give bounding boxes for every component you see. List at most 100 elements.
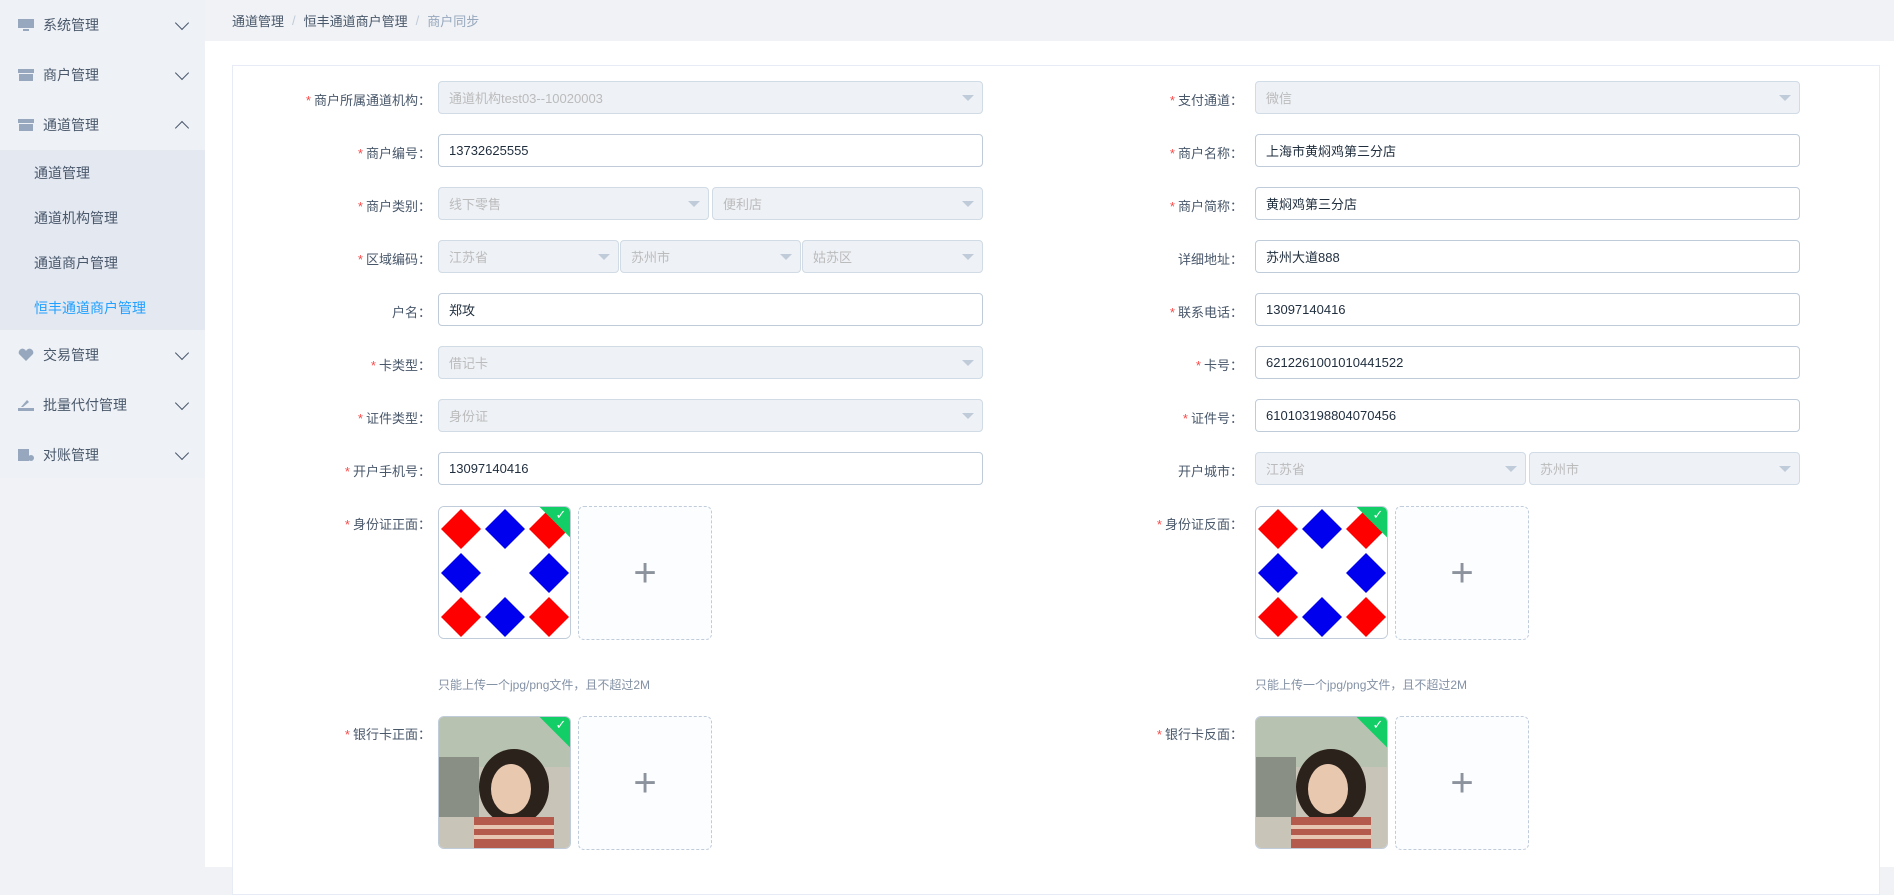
region-city-value: 苏州市	[631, 250, 671, 265]
card-type-label: * 卡类型：	[370, 358, 431, 373]
chevron-down-icon	[174, 65, 190, 81]
sidebar-item-label: 通道管理	[43, 117, 99, 133]
category-value-2: 便利店	[723, 197, 763, 212]
upload-tip: 只能上传一个jpg/png文件，且不超过2M	[438, 678, 651, 692]
caret-down-icon	[962, 254, 974, 260]
region-province-select[interactable]: 江苏省	[438, 240, 619, 273]
merchant-name-input[interactable]: 上海市黄焖鸡第三分店	[1255, 134, 1800, 167]
caret-down-icon	[688, 201, 700, 207]
account-name-input[interactable]: 郑攻	[438, 293, 983, 326]
open-province-select[interactable]: 江苏省	[1255, 452, 1526, 485]
address-label: 详细地址：	[1177, 252, 1243, 267]
card-type-select[interactable]: 借记卡	[438, 346, 983, 379]
breadcrumb-separator: /	[292, 13, 296, 28]
mobile-input[interactable]: 13097140416	[438, 452, 983, 485]
category-label: * 商户类别：	[357, 199, 431, 214]
subitem-label: 恒丰通道商户管理	[34, 299, 146, 316]
open-city-select[interactable]: 苏州市	[1529, 452, 1800, 485]
region-city-select[interactable]: 苏州市	[620, 240, 801, 273]
caret-down-icon	[598, 254, 610, 260]
sidebar-subitem-hengfeng-merchant[interactable]: 恒丰通道商户管理	[0, 285, 205, 330]
breadcrumb: 通道管理 / 恒丰通道商户管理 / 商户同步	[205, 0, 1894, 41]
monitor-icon	[18, 19, 34, 31]
chevron-down-icon	[174, 395, 190, 411]
chevron-up-icon	[174, 120, 190, 136]
address-value: 苏州大道888	[1266, 250, 1340, 265]
plus-icon: +	[1450, 761, 1474, 805]
plus-icon: +	[633, 551, 657, 595]
merchant-no-label: * 商户编号：	[357, 146, 431, 161]
merchant-name-value: 上海市黄焖鸡第三分店	[1266, 144, 1397, 159]
id-back-thumbnail[interactable]: ✓	[1255, 506, 1388, 639]
address-input[interactable]: 苏州大道888	[1255, 240, 1800, 273]
short-name-label: * 商户简称：	[1169, 199, 1243, 214]
subitem-label: 通道机构管理	[34, 209, 118, 226]
check-icon: ✓	[1372, 507, 1384, 522]
category-select-2[interactable]: 便利店	[712, 187, 983, 220]
portrait-photo-image	[1256, 717, 1387, 848]
card-no-input[interactable]: 6212261001010441522	[1255, 346, 1800, 379]
bank-back-upload-button[interactable]: +	[1395, 716, 1529, 850]
check-icon: ✓	[1372, 717, 1384, 732]
id-no-input[interactable]: 610103198804070456	[1255, 399, 1800, 432]
id-type-select[interactable]: 身份证	[438, 399, 983, 432]
region-label: * 区域编码：	[357, 252, 431, 267]
phone-input[interactable]: 13097140416	[1255, 293, 1800, 326]
sidebar-item-label: 对账管理	[43, 447, 99, 463]
caret-down-icon	[962, 360, 974, 366]
id-back-upload-button[interactable]: +	[1395, 506, 1529, 640]
category-value-1: 线下零售	[449, 197, 502, 212]
plus-icon: +	[633, 761, 657, 805]
sidebar-item-batch-pay[interactable]: 批量代付管理	[0, 380, 205, 430]
bank-front-upload-button[interactable]: +	[578, 716, 712, 850]
id-back-label: * 身份证反面：	[1156, 517, 1243, 532]
caret-down-icon	[1505, 466, 1517, 472]
sidebar-item-channel[interactable]: 通道管理	[0, 100, 205, 150]
short-name-input[interactable]: 黄焖鸡第三分店	[1255, 187, 1800, 220]
channel-select[interactable]: 微信	[1255, 81, 1800, 114]
sidebar-item-label: 系统管理	[43, 17, 99, 33]
breadcrumb-current: 商户同步	[427, 14, 480, 29]
sidebar-item-transaction[interactable]: 交易管理	[0, 330, 205, 380]
diamond-pattern-image	[439, 507, 570, 638]
subitem-label: 通道管理	[34, 164, 90, 181]
bank-front-thumbnail[interactable]: ✓	[438, 716, 571, 849]
sidebar-item-merchant[interactable]: 商户管理	[0, 50, 205, 100]
upload-tip: 只能上传一个jpg/png文件，且不超过2M	[1255, 678, 1468, 692]
merchant-no-input[interactable]: 13732625555	[438, 134, 983, 167]
id-front-thumbnail[interactable]: ✓	[438, 506, 571, 639]
bank-back-thumbnail[interactable]: ✓	[1255, 716, 1388, 849]
plus-icon: +	[1450, 551, 1474, 595]
card-no-value: 6212261001010441522	[1266, 355, 1404, 370]
chevron-down-icon	[174, 345, 190, 361]
org-select[interactable]: 通道机构test03--10020003	[438, 81, 983, 114]
chevron-down-icon	[174, 15, 190, 31]
sidebar-item-label: 交易管理	[43, 347, 99, 363]
account-name-label: 户名：	[391, 305, 431, 320]
sidebar-item-label: 批量代付管理	[43, 397, 127, 413]
breadcrumb-item[interactable]: 通道管理	[232, 11, 284, 30]
id-front-label: * 身份证正面：	[344, 517, 431, 532]
sidebar-subitem-channel-merchant[interactable]: 通道商户管理	[0, 240, 205, 285]
channel-label: * 支付通道：	[1169, 93, 1243, 108]
sidebar-subitem-channel-org[interactable]: 通道机构管理	[0, 195, 205, 240]
region-district-select[interactable]: 姑苏区	[802, 240, 983, 273]
portrait-photo-image	[439, 717, 570, 848]
store-icon	[18, 69, 34, 81]
sidebar-item-system[interactable]: 系统管理	[0, 0, 205, 50]
category-select-1[interactable]: 线下零售	[438, 187, 709, 220]
id-front-upload-button[interactable]: +	[578, 506, 712, 640]
merchant-name-label: * 商户名称：	[1169, 146, 1243, 161]
sidebar-subitem-channel[interactable]: 通道管理	[0, 150, 205, 195]
caret-down-icon	[780, 254, 792, 260]
open-city-label: 开户城市：	[1177, 464, 1243, 479]
breadcrumb-item[interactable]: 恒丰通道商户管理	[304, 11, 408, 30]
caret-down-icon	[962, 201, 974, 207]
mobile-label: * 开户手机号：	[344, 464, 431, 479]
submenu: 通道管理 通道机构管理 通道商户管理 恒丰通道商户管理	[0, 150, 205, 330]
merchant-no-value: 13732625555	[449, 143, 529, 158]
id-no-value: 610103198804070456	[1266, 408, 1397, 423]
sidebar-item-reconcile[interactable]: 对账管理	[0, 430, 205, 480]
caret-down-icon	[1779, 95, 1791, 101]
region-province-value: 江苏省	[449, 250, 489, 265]
